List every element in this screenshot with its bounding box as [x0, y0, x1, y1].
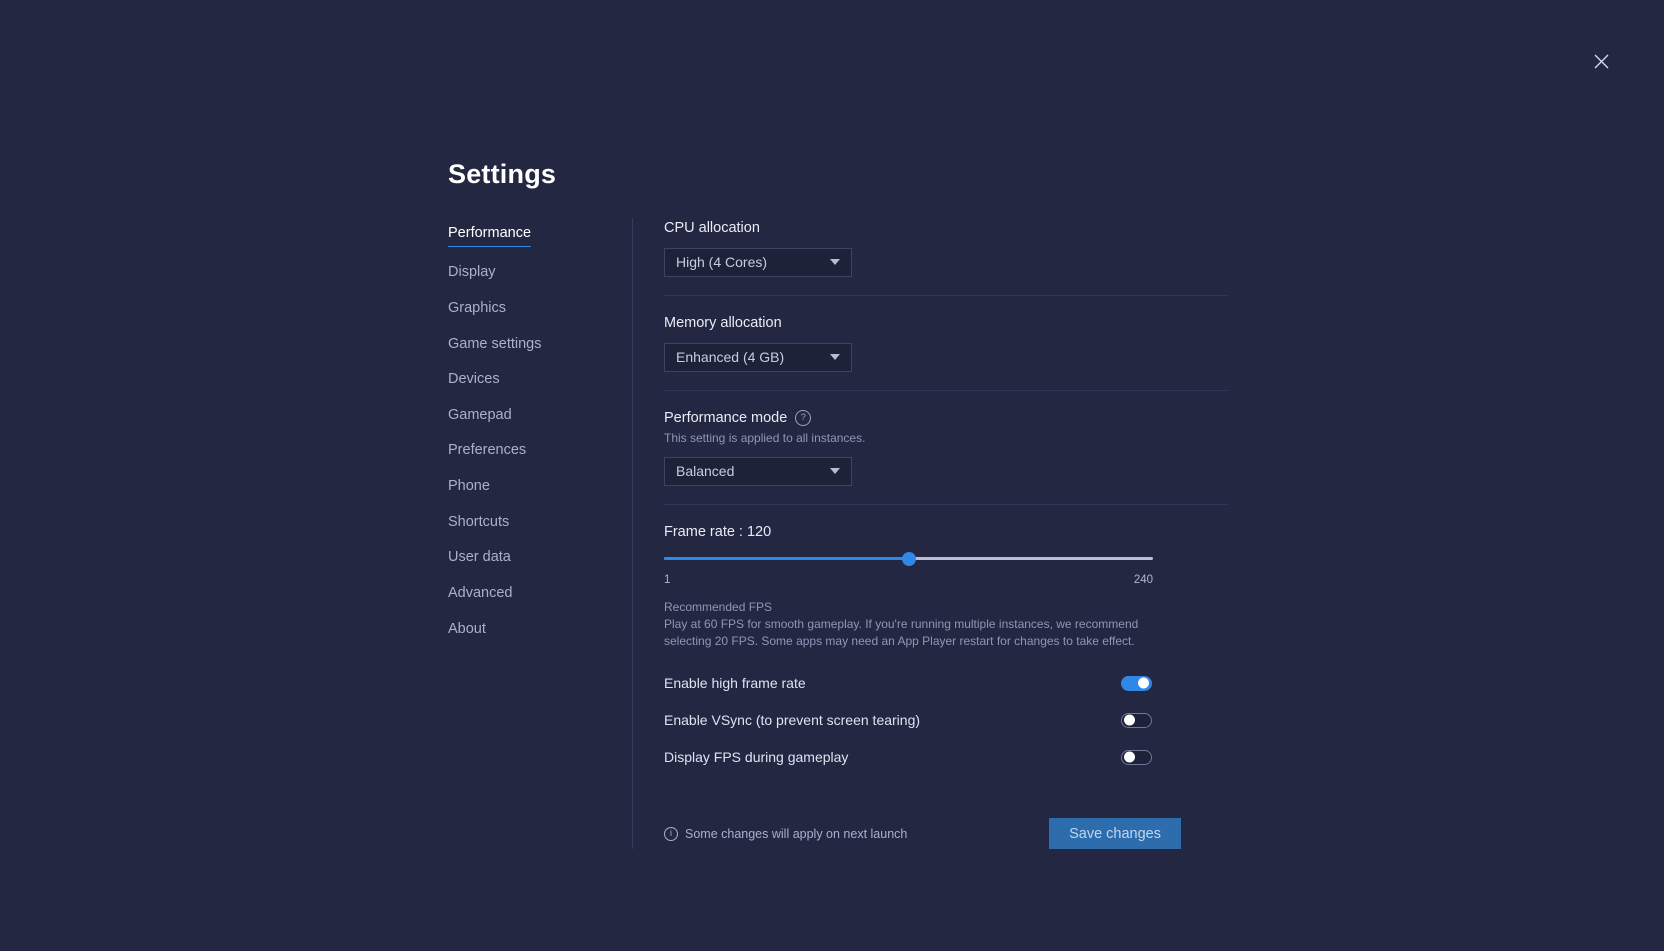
divider — [664, 295, 1228, 296]
sidebar-row: Advanced — [448, 584, 632, 620]
cpu-allocation-label: CPU allocation — [664, 220, 1228, 236]
sidebar-row: About — [448, 620, 632, 656]
settings-sidebar: Performance Display Graphics Game settin… — [448, 218, 632, 656]
toggle-label: Enable VSync (to prevent screen tearing) — [664, 712, 920, 728]
page-title: Settings — [448, 160, 1228, 190]
sidebar-item-phone[interactable]: Phone — [448, 477, 490, 496]
recommended-fps-text: Play at 60 FPS for smooth gameplay. If y… — [664, 616, 1144, 651]
memory-allocation-value: Enhanced (4 GB) — [676, 349, 784, 365]
sidebar-row: Graphics — [448, 299, 632, 335]
sidebar-item-advanced[interactable]: Advanced — [448, 584, 513, 603]
performance-mode-label: Performance mode — [664, 410, 787, 426]
cpu-allocation-value: High (4 Cores) — [676, 254, 767, 270]
close-icon — [1593, 53, 1610, 70]
cpu-allocation-section: CPU allocation High (4 Cores) — [664, 220, 1228, 295]
slider-scale: 1 240 — [664, 574, 1153, 586]
toggle-row-vsync: Enable VSync (to prevent screen tearing) — [664, 707, 1152, 733]
performance-mode-sublabel: This setting is applied to all instances… — [664, 431, 1228, 445]
sidebar-item-user-data[interactable]: User data — [448, 548, 511, 567]
help-circle-icon[interactable]: ? — [795, 410, 811, 426]
slider-fill — [664, 557, 909, 560]
sidebar-item-graphics[interactable]: Graphics — [448, 299, 506, 318]
sidebar-item-about[interactable]: About — [448, 620, 486, 639]
chevron-down-icon — [830, 468, 840, 474]
chevron-down-icon — [830, 259, 840, 265]
toggle-knob — [1124, 752, 1135, 763]
sidebar-item-shortcuts[interactable]: Shortcuts — [448, 513, 509, 532]
toggle-row-display-fps: Display FPS during gameplay — [664, 744, 1152, 770]
performance-mode-value: Balanced — [676, 463, 734, 479]
toggle-knob — [1138, 678, 1149, 689]
sidebar-row: Gamepad — [448, 406, 632, 442]
toggle-knob — [1124, 715, 1135, 726]
sidebar-row: Devices — [448, 370, 632, 406]
slider-min-label: 1 — [664, 574, 670, 586]
sidebar-row: Game settings — [448, 335, 632, 371]
divider — [664, 390, 1228, 391]
memory-allocation-section: Memory allocation Enhanced (4 GB) — [664, 315, 1228, 390]
divider — [664, 504, 1228, 505]
frame-rate-slider[interactable] — [664, 552, 1153, 566]
recommended-fps-title: Recommended FPS — [664, 600, 1228, 614]
slider-thumb[interactable] — [902, 552, 916, 566]
sidebar-item-game-settings[interactable]: Game settings — [448, 335, 542, 354]
sidebar-row: Shortcuts — [448, 513, 632, 549]
sidebar-item-devices[interactable]: Devices — [448, 370, 500, 389]
settings-content: CPU allocation High (4 Cores) Memory all… — [664, 218, 1228, 850]
frame-rate-section: Frame rate : 120 1 240 Recommended FPS P… — [664, 524, 1228, 655]
performance-mode-label-row: Performance mode ? — [664, 410, 1228, 426]
settings-dialog: Settings Performance Display Graphics Ga… — [448, 160, 1228, 849]
close-button[interactable] — [1587, 47, 1615, 75]
performance-mode-section: Performance mode ? This setting is appli… — [664, 410, 1228, 504]
toggle-label: Enable high frame rate — [664, 675, 806, 691]
sidebar-item-performance[interactable]: Performance — [448, 224, 531, 247]
dialog-body: Performance Display Graphics Game settin… — [448, 218, 1228, 850]
slider-max-label: 240 — [1134, 574, 1153, 586]
toggle-list: Enable high frame rate Enable VSync (to … — [664, 670, 1228, 770]
toggle-vsync[interactable] — [1121, 713, 1152, 728]
footer-note-text: Some changes will apply on next launch — [685, 827, 907, 841]
cpu-allocation-select[interactable]: High (4 Cores) — [664, 248, 852, 277]
sidebar-row: Preferences — [448, 441, 632, 477]
toggle-row-high-frame-rate: Enable high frame rate — [664, 670, 1152, 696]
toggle-label: Display FPS during gameplay — [664, 749, 848, 765]
sidebar-row: User data — [448, 548, 632, 584]
sidebar-item-gamepad[interactable]: Gamepad — [448, 406, 512, 425]
sidebar-item-display[interactable]: Display — [448, 263, 496, 282]
toggle-high-frame-rate[interactable] — [1121, 676, 1152, 691]
chevron-down-icon — [830, 354, 840, 360]
sidebar-divider — [632, 218, 633, 850]
performance-mode-select[interactable]: Balanced — [664, 457, 852, 486]
sidebar-row: Phone — [448, 477, 632, 513]
footer: i Some changes will apply on next launch… — [664, 818, 1181, 849]
frame-rate-label: Frame rate : 120 — [664, 524, 1228, 540]
memory-allocation-label: Memory allocation — [664, 315, 1228, 331]
save-changes-button[interactable]: Save changes — [1049, 818, 1181, 849]
toggle-display-fps[interactable] — [1121, 750, 1152, 765]
memory-allocation-select[interactable]: Enhanced (4 GB) — [664, 343, 852, 372]
info-circle-icon: i — [664, 827, 678, 841]
sidebar-row: Display — [448, 263, 632, 299]
sidebar-item-preferences[interactable]: Preferences — [448, 441, 526, 460]
sidebar-row: Performance — [448, 224, 632, 264]
footer-note: i Some changes will apply on next launch — [664, 827, 907, 841]
